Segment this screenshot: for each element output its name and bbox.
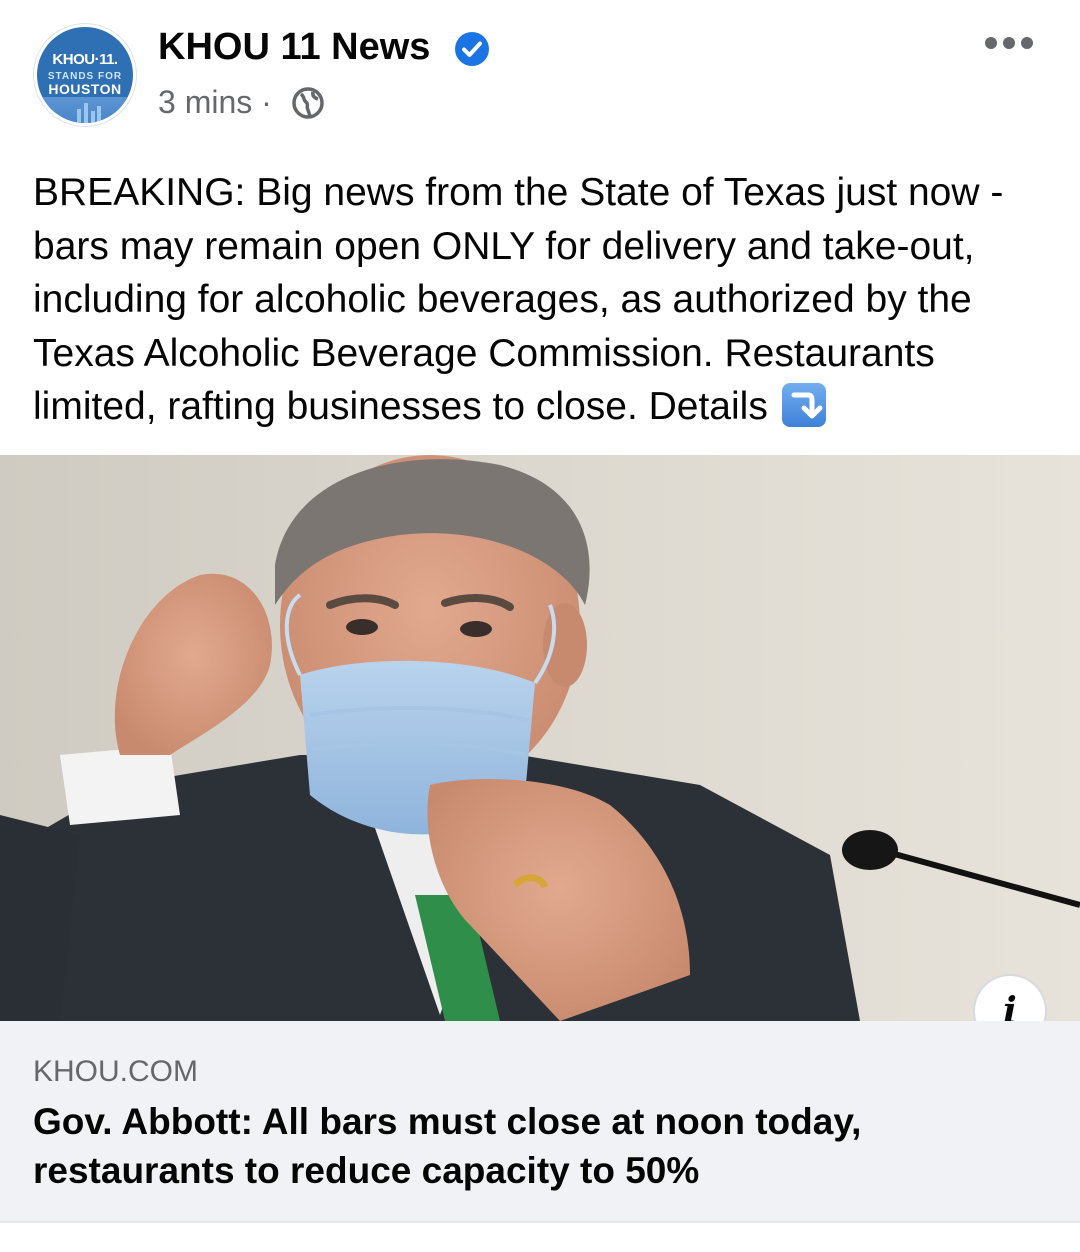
logo-line-1: KHOU·11. xyxy=(52,51,118,68)
arrow-down-emoji-icon xyxy=(781,383,826,427)
page-name[interactable]: KHOU 11 News xyxy=(158,26,430,69)
meta-separator: · xyxy=(261,84,272,120)
verified-badge-icon xyxy=(455,32,489,66)
link-title[interactable]: Gov. Abbott: All bars must close at noon… xyxy=(33,1097,1033,1195)
link-preview-card[interactable]: KHOU.COM Gov. Abbott: All bars must clos… xyxy=(0,1021,1080,1221)
link-domain: KHOU.COM xyxy=(33,1055,198,1088)
post-text: BREAKING: Big news from the State of Tex… xyxy=(33,166,1063,434)
divider xyxy=(0,1221,1080,1223)
skyline-graphic xyxy=(37,97,133,123)
post-time[interactable]: 3 mins xyxy=(158,84,252,120)
post-text-content: BREAKING: Big news from the State of Tex… xyxy=(33,171,1004,428)
globe-icon[interactable] xyxy=(291,86,325,120)
page-avatar[interactable]: KHOU·11. STANDS FOR HOUSTON xyxy=(34,24,136,126)
post-photo[interactable] xyxy=(0,455,1080,1021)
logo-line-3: HOUSTON xyxy=(48,81,122,97)
facebook-post: KHOU·11. STANDS FOR HOUSTON KHOU 11 News… xyxy=(0,0,1080,1252)
more-options-icon[interactable] xyxy=(983,30,1035,56)
khou-logo: KHOU·11. STANDS FOR HOUSTON xyxy=(37,27,133,123)
post-meta: 3 mins · xyxy=(158,84,272,121)
